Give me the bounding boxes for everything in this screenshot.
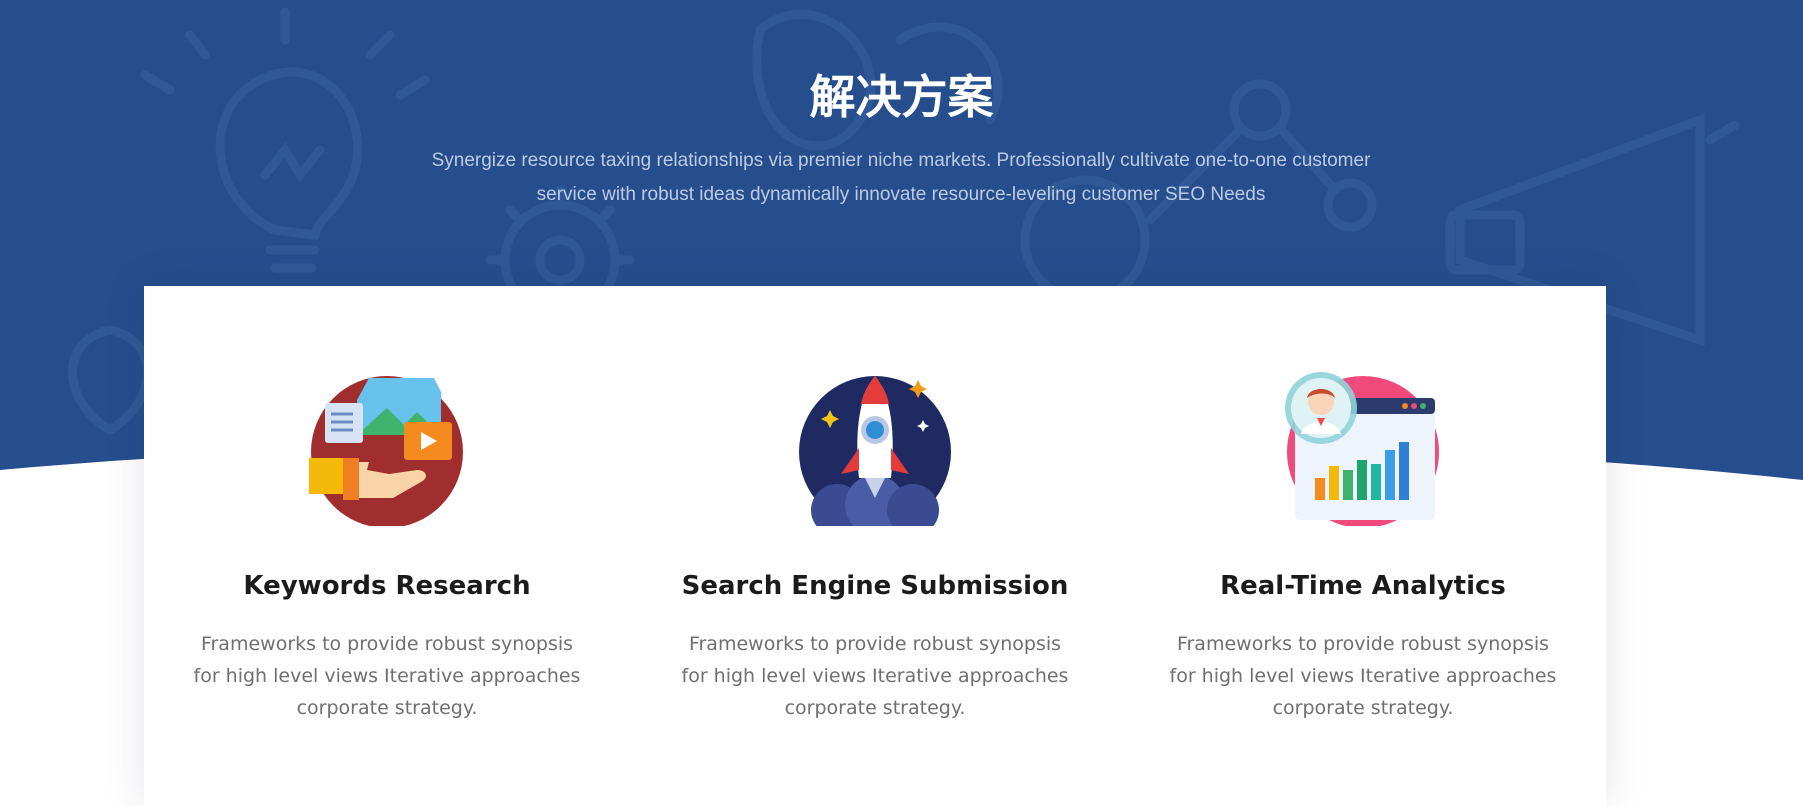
feature-title: Search Engine Submission [681,571,1069,601]
page-title: 解决方案 [809,70,994,124]
feature-description: Frameworks to provide robust synopsis fo… [681,633,1069,719]
rocket-icon [799,376,951,526]
hand-media-icon [309,376,463,526]
hero-subtitle: Synergize resource taxing relationships … [431,150,1371,205]
feature-title: Keywords Research [243,571,531,601]
feature-description: Frameworks to provide robust synopsis fo… [193,633,581,719]
features-card: Keywords Research Frameworks to provide … [144,286,1606,806]
feature-description: Frameworks to provide robust synopsis fo… [1169,633,1557,719]
feature-title: Real-Time Analytics [1220,571,1506,601]
analytics-chart-icon [1285,372,1439,526]
